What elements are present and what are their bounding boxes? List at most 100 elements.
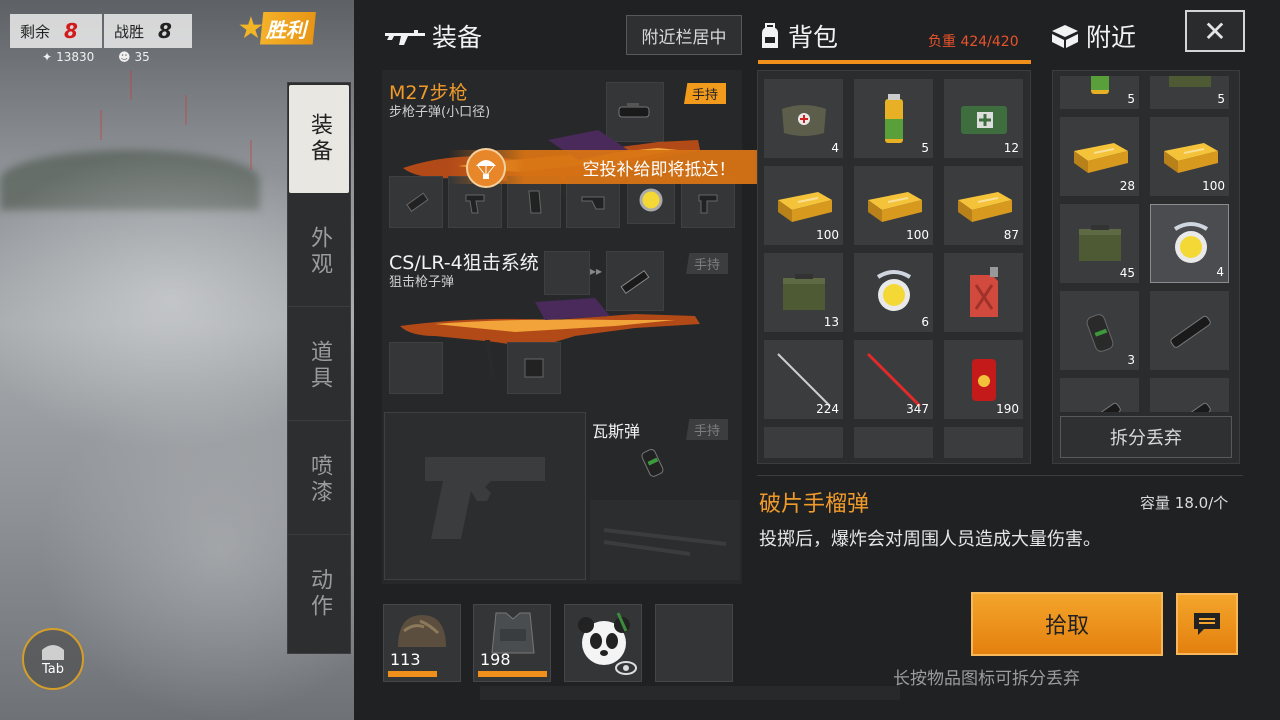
skull-icon: ☻ bbox=[118, 50, 131, 64]
victory-badge: ★ 胜利 bbox=[232, 10, 316, 46]
primary-hold-tag[interactable]: 手持 bbox=[684, 83, 727, 104]
secondary-ammo-slot[interactable] bbox=[544, 251, 590, 295]
magazine-icon bbox=[528, 190, 542, 214]
weight-indicator: 负重 424/420 bbox=[928, 31, 1019, 51]
item-count: 13 bbox=[823, 315, 839, 329]
grenade-orb-icon bbox=[639, 188, 663, 212]
backpack-item-slot[interactable]: 13 bbox=[764, 253, 843, 332]
nearby-item-slot[interactable]: 5 bbox=[1150, 76, 1229, 109]
throwable-hold-tag[interactable]: 手持 bbox=[686, 419, 729, 440]
tab-items[interactable]: 道具 bbox=[288, 311, 350, 421]
backpack-item-slot[interactable]: 100 bbox=[854, 166, 933, 245]
backpack-item-slot[interactable] bbox=[854, 427, 933, 458]
remaining-value: 8 bbox=[64, 19, 78, 43]
nearby-item-slot[interactable]: 45 bbox=[1060, 204, 1139, 283]
item-count: 100 bbox=[906, 228, 929, 242]
backpack-item-slot[interactable]: 6 bbox=[854, 253, 933, 332]
item-count: 224 bbox=[816, 402, 839, 416]
victory-label: 胜利 bbox=[260, 11, 316, 45]
tab-equipment[interactable]: 装备 bbox=[289, 85, 349, 193]
tab-toggle-button[interactable]: Tab bbox=[22, 628, 84, 690]
melee-slot[interactable] bbox=[590, 500, 740, 580]
split-drop-button[interactable]: 拆分丢弃 bbox=[1060, 416, 1232, 458]
eye-icon[interactable] bbox=[615, 661, 637, 675]
vest-durability-value: 198 bbox=[480, 650, 511, 669]
nearby-item-slot[interactable]: 5 bbox=[1060, 76, 1139, 109]
rain-streak bbox=[100, 110, 102, 140]
stock-icon bbox=[581, 196, 605, 210]
backpack-header: 背包 bbox=[758, 18, 838, 54]
wins-counter: 战胜 8 bbox=[104, 14, 192, 48]
nearby-item-slot[interactable]: 28 bbox=[1060, 117, 1139, 196]
horizontal-scrollbar[interactable] bbox=[480, 686, 900, 700]
nearby-item-slot[interactable] bbox=[1060, 378, 1139, 412]
backpack-slot[interactable] bbox=[564, 604, 642, 682]
backpack-item-slot[interactable]: 87 bbox=[944, 166, 1023, 245]
backpack-underline bbox=[758, 60, 1031, 64]
hint-text: 长按物品图标可拆分丢弃 bbox=[893, 669, 1080, 689]
grip-icon bbox=[465, 194, 485, 214]
stat-kills-value: 35 bbox=[134, 50, 150, 64]
item-count: 5 bbox=[921, 141, 929, 155]
item-count: 4 bbox=[1216, 265, 1224, 279]
capacity-label: 容量 bbox=[1140, 494, 1171, 512]
remaining-label: 剩余 bbox=[20, 22, 51, 41]
backpack-item-slot[interactable]: 347 bbox=[854, 340, 933, 419]
nearby-item-slot[interactable] bbox=[1150, 291, 1229, 370]
airdrop-text: 空投补给即将抵达！ bbox=[582, 159, 736, 180]
nearby-item-slot[interactable]: 100 bbox=[1150, 117, 1229, 196]
remaining-players: 剩余 8 bbox=[10, 14, 102, 48]
center-nearby-button[interactable]: 附近栏居中 bbox=[626, 15, 742, 55]
item-count: 3 bbox=[1127, 353, 1135, 367]
backpack-item-slot[interactable]: 5 bbox=[854, 79, 933, 158]
scope-icon bbox=[1060, 378, 1139, 412]
stat-points-value: 13830 bbox=[56, 50, 95, 64]
pistol-slot[interactable] bbox=[384, 412, 586, 580]
item-count: 12 bbox=[1003, 141, 1019, 155]
primary-muzzle-slot[interactable] bbox=[389, 176, 443, 228]
backpack-item-slot[interactable] bbox=[764, 427, 843, 458]
nearby-item-slot[interactable]: 4 bbox=[1150, 204, 1229, 283]
pick-up-button[interactable]: 拾取 bbox=[971, 592, 1163, 656]
gas-grenade-icon[interactable] bbox=[636, 442, 670, 482]
backpack-item-slot[interactable]: 12 bbox=[944, 79, 1023, 158]
capacity-indicator: 容量 18.0/个 bbox=[1140, 492, 1228, 513]
category-tabs: 装备 外观 道具 喷漆 动作 bbox=[287, 82, 351, 654]
backpack-icon bbox=[762, 23, 778, 48]
stat-points: ✦ 13830 bbox=[42, 50, 94, 64]
tab-spray[interactable]: 喷漆 bbox=[288, 425, 350, 535]
backpack-item-slot[interactable]: 190 bbox=[944, 340, 1023, 419]
vest-slot[interactable]: 198 bbox=[473, 604, 551, 682]
item-count: 100 bbox=[1202, 179, 1225, 193]
backpack-item-slot[interactable]: 100 bbox=[764, 166, 843, 245]
chat-button[interactable] bbox=[1176, 593, 1238, 655]
empty-armor-slot[interactable] bbox=[655, 604, 733, 682]
nearby-item-slot[interactable]: 3 bbox=[1060, 291, 1139, 370]
backpack-item-slot[interactable] bbox=[944, 253, 1023, 332]
item-count: 100 bbox=[816, 228, 839, 242]
tab-appearance[interactable]: 外观 bbox=[288, 197, 350, 307]
secondary-ammo-type: 狙击枪子弹 bbox=[389, 275, 455, 290]
tab-emotes[interactable]: 动作 bbox=[288, 539, 350, 649]
backpack-item-slot[interactable]: 4 bbox=[764, 79, 843, 158]
item-count: 190 bbox=[996, 402, 1019, 416]
helmet-slot[interactable]: 113 bbox=[383, 604, 461, 682]
laser-icon bbox=[698, 194, 718, 214]
backpack-item-slot[interactable] bbox=[944, 427, 1023, 458]
helmet-durability-value: 113 bbox=[390, 650, 421, 669]
melee-silhouette-icon bbox=[604, 528, 726, 556]
stat-kills: ☻ 35 bbox=[118, 50, 150, 64]
capacity-value: 18.0/个 bbox=[1174, 494, 1229, 512]
item-description: 投掷后，爆炸会对周围人员造成大量伤害。 bbox=[759, 529, 1101, 550]
secondary-magazine-slot[interactable] bbox=[507, 342, 561, 394]
secondary-hold-tag[interactable]: 手持 bbox=[686, 253, 729, 274]
pistol-silhouette-icon bbox=[425, 457, 545, 539]
close-button[interactable]: ✕ bbox=[1185, 10, 1245, 52]
nearby-item-slot[interactable] bbox=[1150, 378, 1229, 412]
secondary-muzzle-slot[interactable] bbox=[389, 342, 443, 394]
wins-value: 8 bbox=[158, 19, 172, 43]
weight-value: 424/420 bbox=[960, 34, 1019, 50]
divider bbox=[757, 475, 1243, 476]
item-count: 4 bbox=[831, 141, 839, 155]
backpack-item-slot[interactable]: 224 bbox=[764, 340, 843, 419]
